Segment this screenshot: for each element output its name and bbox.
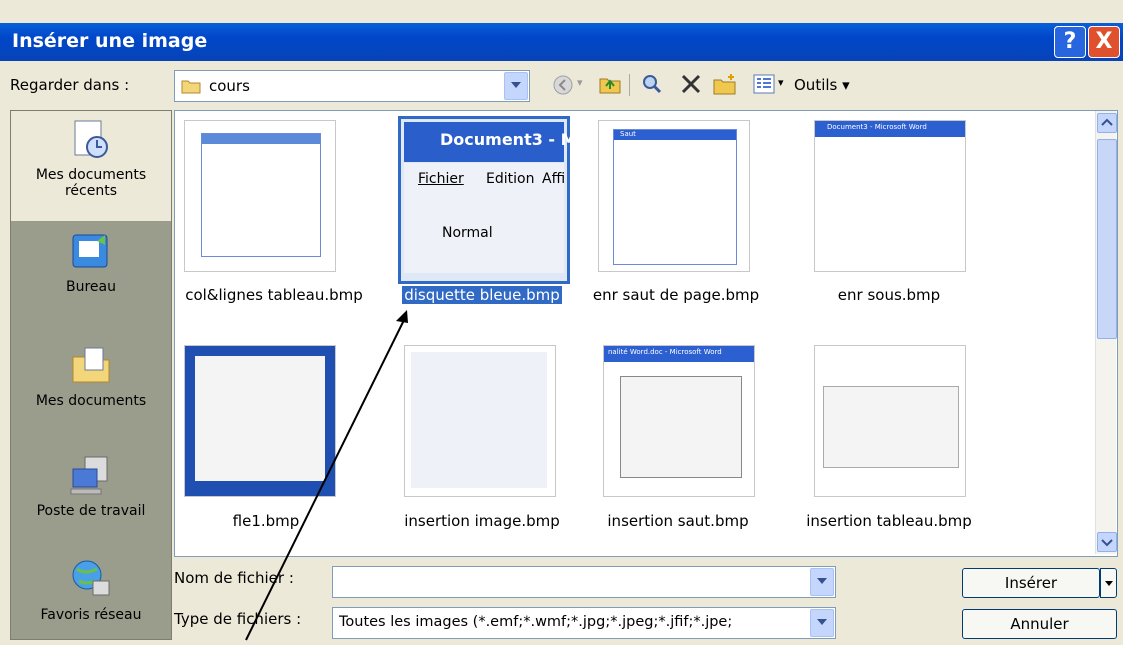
file-name-selected[interactable]: disquette bleue.bmp [398, 286, 566, 304]
tools-label: Outils [794, 76, 838, 94]
delete-icon[interactable] [680, 73, 702, 95]
help-button[interactable]: ? [1054, 26, 1086, 58]
preview-menu-edition: Edition [486, 171, 535, 187]
filetype-dropdown-button[interactable] [810, 609, 834, 637]
filetype-value: Toutes les images (*.emf;*.wmf;*.jpg;*.j… [339, 614, 733, 630]
places-bar: Mes documents récents Bureau Mes documen… [10, 110, 172, 640]
insert-image-dialog: Insérer une image ? X Regarder dans : co… [0, 0, 1123, 645]
views-dropdown-icon[interactable]: ▾ [778, 76, 784, 89]
place-network[interactable]: Favoris réseau [11, 553, 171, 639]
filetype-combo[interactable]: Toutes les images (*.emf;*.wmf;*.jpg;*.j… [332, 607, 836, 639]
place-my-documents[interactable]: Mes documents [11, 337, 171, 447]
my-computer-icon [70, 456, 108, 495]
place-my-computer[interactable]: Poste de travail [11, 445, 171, 555]
file-thumbnail[interactable] [404, 345, 556, 497]
file-name[interactable]: fle1.bmp [168, 512, 364, 530]
dialog-preview: Saut [613, 129, 737, 265]
preview-word-title: nalité Word.doc - Microsoft Word [608, 348, 722, 356]
filename-dropdown-button[interactable] [810, 568, 834, 596]
place-label: Bureau [66, 279, 116, 295]
place-label-2: récents [64, 183, 118, 199]
menu-preview [411, 352, 547, 488]
start-menu-preview [195, 356, 325, 481]
preview-style-normal: Normal [442, 225, 493, 241]
cancel-button[interactable]: Annuler [962, 609, 1117, 639]
preview-menu-fichier: Fichier [418, 171, 464, 187]
menu-preview [620, 376, 742, 478]
file-name[interactable]: enr sous.bmp [791, 286, 987, 304]
look-in-value: cours [209, 77, 250, 95]
word-preview: Document3 - Microsoft Word [815, 121, 965, 271]
chevron-up-icon [1101, 118, 1113, 126]
insert-options-button[interactable] [1100, 568, 1117, 598]
toolbar-divider [629, 74, 630, 96]
scroll-thumb[interactable] [1097, 139, 1117, 339]
preview-word-titlebar: Document3 - Micr [404, 122, 599, 162]
views-icon[interactable] [752, 72, 776, 96]
chevron-down-icon [1101, 539, 1113, 547]
dialog-preview [201, 133, 321, 257]
dialog-title: Insérer une image [12, 30, 208, 52]
network-icon [72, 560, 110, 596]
place-desktop[interactable]: Bureau [11, 221, 171, 331]
vertical-scrollbar[interactable] [1095, 111, 1117, 554]
file-thumbnail-selected[interactable]: Document3 - Micr Fichier Edition Affi No… [398, 116, 599, 284]
insert-button[interactable]: Insérer [962, 568, 1100, 598]
preview-titlebar [202, 134, 320, 144]
desktop-icon [72, 234, 108, 268]
file-name[interactable]: insertion image.bmp [384, 512, 580, 530]
filename-label: Nom de fichier : [174, 569, 294, 587]
file-thumbnail[interactable] [184, 120, 336, 272]
chevron-down-icon [1104, 581, 1113, 586]
scroll-down-button[interactable] [1097, 532, 1117, 552]
up-folder-icon[interactable] [598, 72, 622, 96]
file-thumbnail[interactable] [814, 345, 966, 497]
filename-combo[interactable] [332, 566, 836, 598]
menu-preview [823, 386, 959, 468]
place-label: Mes documents [35, 167, 147, 183]
file-name[interactable]: col&lignes tableau.bmp [176, 286, 372, 304]
title-bar: Insérer une image ? X [0, 23, 1123, 61]
back-icon[interactable] [552, 74, 574, 96]
filetype-label: Type de fichiers : [174, 610, 302, 628]
my-documents-icon [72, 347, 110, 383]
file-name[interactable]: enr saut de page.bmp [578, 286, 774, 304]
tools-menu[interactable]: Outils ▾ [794, 76, 850, 94]
selected-file-label: disquette bleue.bmp [402, 286, 562, 304]
file-thumbnail[interactable]: Saut [598, 120, 750, 272]
preview-word-title: Document3 - Microsoft Word [827, 123, 927, 131]
preview-titlebar: nalité Word.doc - Microsoft Word [604, 346, 754, 362]
folder-icon [181, 80, 201, 94]
place-label: Mes documents [35, 393, 147, 409]
file-thumbnail[interactable]: nalité Word.doc - Microsoft Word [603, 345, 755, 497]
look-in-label: Regarder dans : [10, 76, 130, 94]
look-in-dropdown-button[interactable] [504, 72, 528, 100]
back-dropdown-icon[interactable]: ▾ [577, 76, 583, 89]
preview-menu-affi: Affi [542, 171, 566, 187]
close-button[interactable]: X [1088, 26, 1120, 58]
recent-docs-icon [74, 120, 108, 158]
scroll-up-button[interactable] [1097, 113, 1117, 133]
search-web-icon[interactable] [640, 72, 664, 96]
place-recent[interactable]: Mes documents récents [11, 111, 171, 221]
look-in-combo[interactable]: cours [174, 70, 530, 102]
file-thumbnail[interactable]: Document3 - Microsoft Word [814, 120, 966, 272]
preview-word-toolbar: Fichier Edition Affi Normal [404, 163, 566, 273]
place-label: Favoris réseau [40, 607, 142, 623]
place-label: Poste de travail [36, 503, 146, 519]
file-name[interactable]: insertion saut.bmp [580, 512, 776, 530]
file-name[interactable]: insertion tableau.bmp [791, 512, 987, 530]
file-thumbnail[interactable] [184, 345, 336, 497]
new-folder-icon[interactable] [712, 72, 738, 96]
preview-saut-title: Saut [620, 130, 636, 138]
preview-title-text: Document3 - Micr [440, 130, 600, 149]
